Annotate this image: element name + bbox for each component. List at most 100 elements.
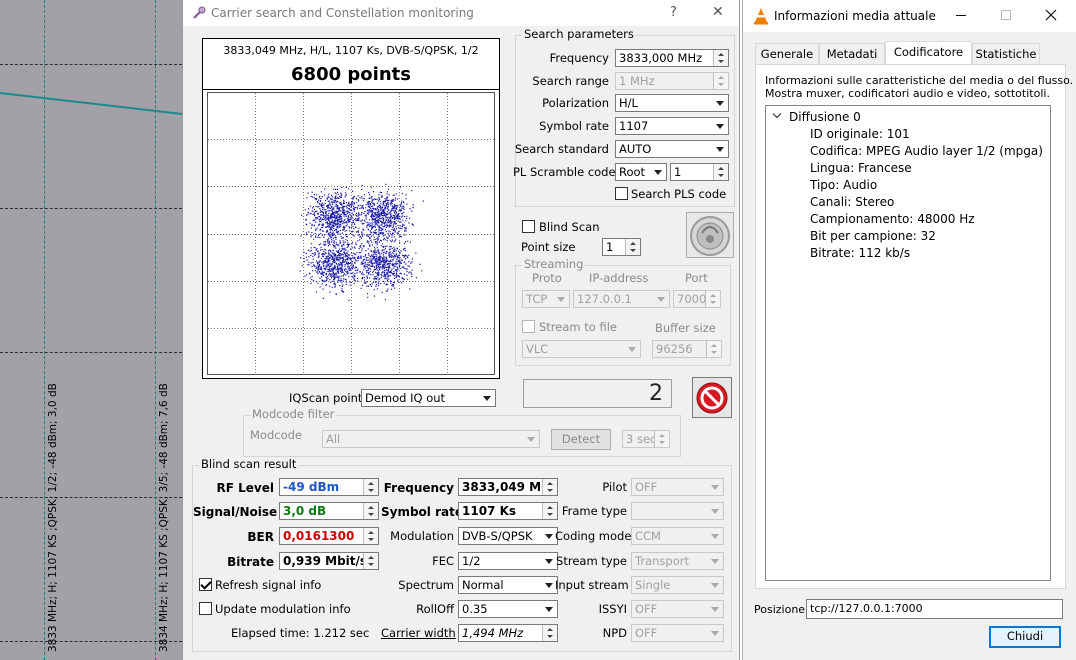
tab-codificatore[interactable]: Codificatore [885, 41, 972, 65]
port-input[interactable]: 7000 [673, 290, 721, 308]
polarization-select[interactable]: H/L [615, 94, 729, 112]
update-modulation-checkbox[interactable] [199, 602, 212, 615]
pl-scramble-mode-select[interactable]: Root [615, 163, 667, 181]
coding-mode-select[interactable]: CCM [631, 527, 724, 545]
rolloff-label: RollOff [416, 602, 454, 616]
detect-button[interactable]: Detect [551, 429, 611, 450]
help-button[interactable]: ? [670, 6, 677, 19]
chevron-down-icon [708, 601, 723, 617]
vlc-cone-icon [754, 8, 768, 25]
search-pls-checkbox[interactable] [615, 187, 628, 200]
fec-label: FEC [432, 554, 454, 568]
point-size-spinner[interactable] [625, 239, 640, 255]
symbol-rate-select[interactable]: 1107 [615, 117, 729, 135]
carrier-label-2[interactable]: 3834 MHz; H; 1107 KS ;QPSK; 3/5; -48 dBm… [158, 383, 170, 652]
search-standard-label: Search standard [514, 142, 609, 156]
result-symbol-rate-label: Symbol rate [381, 505, 463, 519]
stream-type-select[interactable]: Transport [631, 552, 724, 570]
input-stream-select[interactable]: Single [631, 576, 724, 594]
fec-select[interactable]: 1/2 [458, 552, 558, 570]
tree-item: Canali: Stereo [810, 195, 895, 209]
chevron-down-icon [708, 577, 723, 593]
player-select[interactable]: VLC [522, 340, 641, 358]
window-title: Carrier search and Constellation monitor… [211, 6, 474, 20]
tab-content-panel: Informazioni sulle caratteristiche del m… [755, 64, 1073, 589]
minimize-button[interactable] [956, 15, 966, 16]
stop-button[interactable] [692, 377, 732, 418]
elapsed-time: Elapsed time: 1.212 sec [231, 626, 370, 640]
description-line-1: Informazioni sulle caratteristiche del m… [765, 74, 1074, 87]
counter-display: 2 [523, 379, 672, 408]
constellation-plot[interactable] [207, 92, 495, 375]
tree-item: Tipo: Audio [810, 178, 878, 192]
close-button[interactable]: ✕ [712, 5, 724, 19]
close-dialog-button[interactable]: Chiudi [989, 626, 1061, 648]
spectrum-background: 3833 MHz; H; 1107 KS ;QPSK; 1/2; -48 dBm… [0, 0, 182, 660]
search-range-label: Search range [532, 74, 609, 88]
pilot-select[interactable]: OFF [631, 478, 724, 496]
streaming-title: Streaming [522, 257, 586, 271]
npd-label: NPD [602, 626, 627, 640]
rolloff-select[interactable]: 0.35 [458, 600, 558, 618]
chevron-down-icon [480, 390, 495, 406]
description-line-2: Mostra muxer, codificatori audio e video… [765, 87, 1050, 100]
frame-type-select[interactable] [631, 502, 724, 520]
scan-button[interactable] [686, 212, 734, 258]
modcode-filter-title: Modcode filter [250, 407, 337, 421]
tree-item: ID originale: 101 [810, 127, 910, 141]
bitrate-label: Bitrate [227, 555, 274, 569]
refresh-signal-label: Refresh signal info [215, 578, 322, 592]
search-standard-select[interactable]: AUTO [615, 140, 729, 158]
info-title-bar[interactable]: Informazioni media attuale [743, 0, 1076, 32]
modulation-select[interactable]: DVB-S/QPSK [458, 527, 558, 545]
spectrum-label: Spectrum [398, 578, 454, 592]
ip-address-select[interactable]: 127.0.0.1 [573, 290, 670, 308]
tree-item: Campionamento: 48000 Hz [810, 212, 975, 226]
search-parameters-title: Search parameters [522, 27, 636, 41]
position-input[interactable]: tcp://127.0.0.1:7000 [806, 599, 1063, 619]
tab-metadati[interactable]: Metadati [819, 43, 885, 64]
ber-value: 0,0161300 [279, 527, 379, 545]
frequency-spinner[interactable] [713, 50, 728, 66]
timeout-input[interactable]: 3 sec [622, 430, 670, 448]
spectrum-select[interactable]: Normal [458, 576, 558, 594]
title-bar[interactable]: Carrier search and Constellation monitor… [183, 0, 739, 26]
stream-type-label: Stream type [556, 554, 627, 568]
counter-value: 2 [649, 381, 663, 406]
tab-generale[interactable]: Generale [755, 43, 819, 64]
rf-level-value: -49 dBm [279, 478, 379, 496]
modcode-label: Modcode [250, 428, 302, 442]
pl-scramble-spinner[interactable] [713, 164, 728, 180]
blind-scan-result-title: Blind scan result [199, 457, 299, 471]
tab-statistiche[interactable]: Statistiche [972, 43, 1040, 64]
chevron-down-icon [524, 431, 539, 447]
point-size-input[interactable]: 1 [602, 238, 641, 256]
symbol-rate-label: Symbol rate [539, 119, 609, 133]
position-label: Posizione: [754, 603, 809, 616]
port-label: Port [685, 271, 708, 285]
carrier-label-1[interactable]: 3833 MHz; H; 1107 KS ;QPSK; 1/2; -48 dBm… [47, 383, 59, 652]
carrier-width-label[interactable]: Carrier width [381, 627, 456, 640]
info-close-icon[interactable] [1045, 9, 1057, 21]
modcode-select[interactable]: All [322, 430, 540, 448]
search-range-input[interactable]: 1 MHz [615, 72, 729, 90]
media-info-window: Informazioni media attuale Generale Meta… [742, 0, 1076, 660]
refresh-signal-checkbox[interactable] [199, 578, 212, 591]
npd-select[interactable]: OFF [631, 624, 724, 642]
pl-scramble-code-input[interactable]: 1 [670, 163, 729, 181]
issyi-select[interactable]: OFF [631, 600, 724, 618]
codec-tree[interactable]: Diffusione 0 ID originale: 101 Codifica:… [765, 105, 1051, 581]
chevron-down-icon[interactable] [772, 112, 782, 120]
frequency-input[interactable]: 3833,000 MHz [615, 49, 729, 67]
iqscan-select[interactable]: Demod IQ out [361, 389, 496, 407]
proto-select[interactable]: TCP [522, 290, 570, 308]
stream-to-file-checkbox[interactable] [522, 320, 535, 333]
chevron-down-icon [708, 528, 723, 544]
tree-root-diffusione[interactable]: Diffusione 0 [789, 111, 861, 123]
ber-label: BER [247, 530, 274, 544]
blind-scan-checkbox[interactable] [522, 220, 535, 233]
buffer-size-input[interactable]: 96256 [652, 340, 722, 358]
maximize-button[interactable] [1001, 10, 1011, 20]
chevron-down-icon [625, 341, 640, 357]
polarization-label: Polarization [542, 96, 609, 110]
